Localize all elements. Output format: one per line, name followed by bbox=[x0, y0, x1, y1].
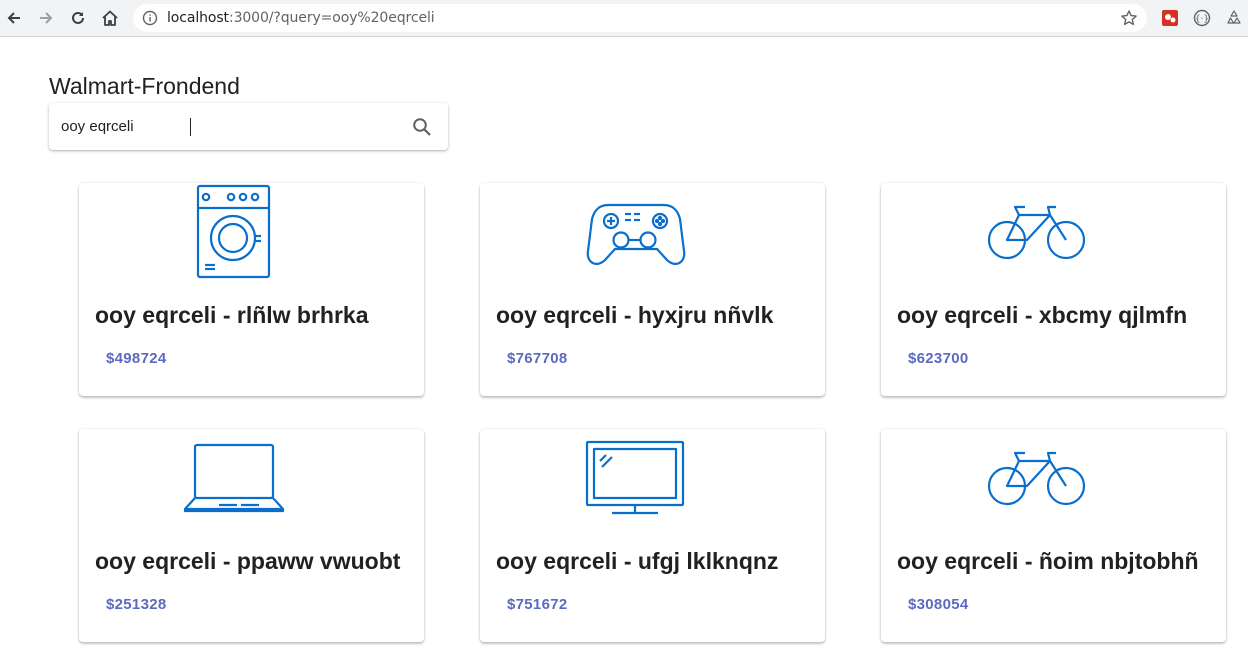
extension-recycle-icon[interactable] bbox=[1225, 9, 1243, 27]
laptop-icon bbox=[183, 443, 285, 513]
product-card[interactable]: ooy eqrceli - hyxjru nñvlk $767708 bbox=[480, 183, 825, 396]
product-image bbox=[881, 183, 1226, 287]
product-title[interactable]: ooy eqrceli - rlñlw brhrka bbox=[95, 301, 415, 329]
text-caret bbox=[190, 118, 191, 136]
svg-text:{·}: {·} bbox=[1195, 15, 1209, 25]
product-card[interactable]: ooy eqrceli - ppaww vwuobt $251328 bbox=[79, 429, 424, 642]
search-icon bbox=[413, 118, 431, 136]
home-button[interactable] bbox=[100, 8, 120, 28]
monitor-icon bbox=[585, 440, 685, 515]
bicycle-icon bbox=[987, 451, 1086, 506]
product-title[interactable]: ooy eqrceli - ñoim nbjtobhñ bbox=[897, 547, 1217, 575]
forward-arrow-icon bbox=[40, 12, 53, 24]
product-price: $251328 bbox=[106, 596, 167, 613]
product-image bbox=[480, 429, 825, 533]
search-input[interactable] bbox=[61, 115, 391, 137]
address-bar[interactable]: localhost:3000/?query=ooy%20eqrceli bbox=[133, 4, 1147, 32]
product-title[interactable]: ooy eqrceli - hyxjru nñvlk bbox=[496, 301, 816, 329]
url-text[interactable]: localhost:3000/?query=ooy%20eqrceli bbox=[167, 10, 435, 26]
product-image bbox=[881, 429, 1226, 533]
extension-circle-icon[interactable]: {·} bbox=[1193, 9, 1211, 27]
product-card[interactable]: ooy eqrceli - ñoim nbjtobhñ $308054 bbox=[881, 429, 1226, 642]
forward-button[interactable] bbox=[36, 8, 56, 28]
search-button[interactable] bbox=[409, 115, 435, 139]
reload-button[interactable] bbox=[68, 8, 88, 28]
product-image bbox=[79, 429, 424, 533]
search-box bbox=[49, 103, 448, 150]
browser-toolbar: localhost:3000/?query=ooy%20eqrceli {·} bbox=[0, 0, 1248, 37]
reload-icon bbox=[72, 11, 84, 24]
product-price: $767708 bbox=[507, 350, 568, 367]
back-arrow-icon bbox=[7, 12, 20, 24]
product-image bbox=[480, 183, 825, 287]
url-path: :3000/?query=ooy%20eqrceli bbox=[228, 10, 435, 26]
bookmark-star-icon[interactable] bbox=[1120, 9, 1138, 27]
washing-machine-icon bbox=[196, 184, 271, 279]
page-title: Walmart-Frondend bbox=[49, 73, 240, 99]
info-icon[interactable] bbox=[142, 10, 158, 26]
product-price: $498724 bbox=[106, 350, 167, 367]
product-title[interactable]: ooy eqrceli - ufgj lklknqnz bbox=[496, 547, 816, 575]
back-button[interactable] bbox=[4, 8, 24, 28]
url-host: localhost bbox=[167, 10, 229, 26]
extension-red-icon[interactable] bbox=[1161, 9, 1179, 27]
product-image bbox=[79, 183, 424, 287]
product-card[interactable]: ooy eqrceli - rlñlw brhrka $498724 bbox=[79, 183, 424, 396]
product-title[interactable]: ooy eqrceli - xbcmy qjlmfn bbox=[897, 301, 1217, 329]
product-price: $623700 bbox=[908, 350, 969, 367]
product-price: $308054 bbox=[908, 596, 969, 613]
product-card[interactable]: ooy eqrceli - ufgj lklknqnz $751672 bbox=[480, 429, 825, 642]
product-title[interactable]: ooy eqrceli - ppaww vwuobt bbox=[95, 547, 415, 575]
gamepad-icon bbox=[586, 203, 686, 265]
bicycle-icon bbox=[987, 205, 1086, 260]
product-price: $751672 bbox=[507, 596, 568, 613]
product-card[interactable]: ooy eqrceli - xbcmy qjlmfn $623700 bbox=[881, 183, 1226, 396]
home-icon bbox=[102, 10, 118, 26]
